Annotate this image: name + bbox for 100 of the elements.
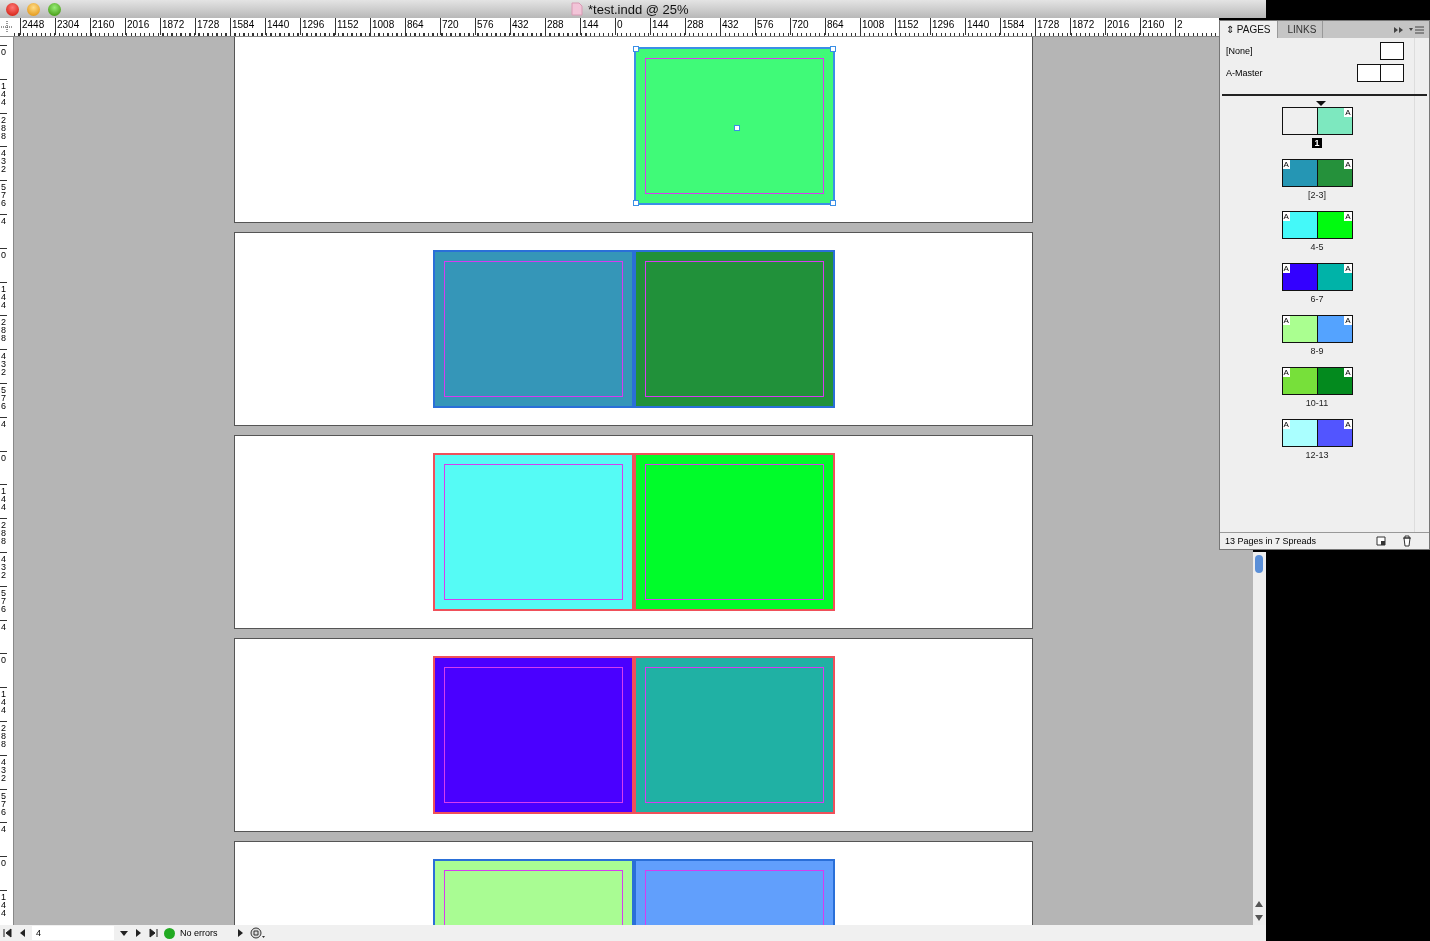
ruler-label: 432 <box>0 754 7 789</box>
preflight-status: No errors <box>180 928 218 938</box>
ruler-label: 720 <box>790 18 825 35</box>
close-button[interactable] <box>6 2 19 16</box>
ruler-label: 1152 <box>895 18 930 35</box>
spread-thumbnail[interactable]: A A <box>1281 315 1353 343</box>
document-icon <box>570 2 584 16</box>
ruler-label: 2448 <box>20 18 55 35</box>
ruler-label: 0 <box>0 450 7 485</box>
spread-label[interactable]: [2-3] <box>1308 190 1326 200</box>
spread-label[interactable]: 4-5 <box>1310 242 1324 252</box>
ruler-label: 2160 <box>1140 18 1175 35</box>
master-thumbnail[interactable] <box>1357 64 1404 82</box>
ruler-label: 2016 <box>125 18 160 35</box>
ruler-label: 720 <box>440 18 475 35</box>
selection-handle[interactable] <box>829 200 836 206</box>
page[interactable] <box>633 453 835 611</box>
ruler-label: 0 <box>615 18 650 35</box>
ruler-label: 432 <box>720 18 755 35</box>
ruler-label: 0 <box>0 856 7 890</box>
window-title: *test.indd @ 25% <box>588 1 689 17</box>
ruler-label: 0 <box>0 45 7 79</box>
ruler-label: 0 <box>0 247 7 282</box>
spread-thumbnail[interactable]: A <box>1281 107 1353 135</box>
panel-tab[interactable]: ⇕ PAGES <box>1220 21 1278 38</box>
ruler-label: 1728 <box>1035 18 1070 35</box>
spread-thumbnail[interactable]: A A <box>1281 367 1353 395</box>
selection-handle[interactable] <box>632 46 639 52</box>
ruler-label: 432 <box>0 146 7 181</box>
scroll-thumb[interactable] <box>1255 555 1263 573</box>
ruler-label: 4 <box>0 619 7 654</box>
ruler-label: 576 <box>475 18 510 35</box>
collapse-icon[interactable] <box>1393 25 1405 34</box>
ruler-label: 288 <box>0 315 7 350</box>
trash-icon[interactable] <box>1401 535 1413 547</box>
ruler-label: 288 <box>0 112 7 147</box>
ruler-label: 144 <box>0 687 7 721</box>
ruler-label: 864 <box>405 18 440 35</box>
ruler-label: 2160 <box>90 18 125 35</box>
master-name[interactable]: A-Master <box>1226 68 1263 78</box>
ruler-label: 144 <box>0 889 7 924</box>
ruler-label: 1872 <box>160 18 195 35</box>
ruler-label: 2 <box>1175 18 1210 35</box>
spread-label[interactable]: 1 <box>1312 138 1322 148</box>
spread-label[interactable]: 8-9 <box>1310 346 1324 356</box>
ruler-label: 288 <box>545 18 580 35</box>
ruler-label: 144 <box>0 281 7 316</box>
ruler-label: 432 <box>510 18 545 35</box>
ruler-label: 144 <box>580 18 615 35</box>
spread-label[interactable]: 10-11 <box>1305 398 1329 408</box>
new-page-icon[interactable] <box>1375 535 1387 547</box>
master-thumbnail[interactable] <box>1380 42 1404 60</box>
ruler-label: 576 <box>0 382 7 417</box>
ruler-label: 1296 <box>930 18 965 35</box>
ruler-label: 1440 <box>965 18 1000 35</box>
ruler-label: 576 <box>755 18 790 35</box>
ruler-label: 144 <box>0 484 7 519</box>
spread-label[interactable]: 6-7 <box>1310 294 1324 304</box>
ruler-label: 864 <box>825 18 860 35</box>
ruler-label: 2016 <box>1105 18 1140 35</box>
ruler-label: 4 <box>0 214 7 248</box>
ruler-label: 288 <box>685 18 720 35</box>
selection-handle[interactable] <box>632 200 639 206</box>
ruler-label: 1728 <box>195 18 230 35</box>
last-page-icon[interactable] <box>149 928 159 938</box>
selection-handle[interactable] <box>829 46 836 52</box>
master-name[interactable]: [None] <box>1226 46 1253 56</box>
spread-label[interactable]: 12-13 <box>1305 450 1329 460</box>
ruler-label: 576 <box>0 788 7 823</box>
spread-thumbnail[interactable]: A A <box>1281 159 1353 187</box>
first-page-icon[interactable] <box>2 928 12 938</box>
ruler-label: 1872 <box>1070 18 1105 35</box>
ruler-label: 1296 <box>300 18 335 35</box>
page[interactable] <box>432 656 634 814</box>
page-number-field[interactable]: 4 <box>32 926 114 940</box>
ruler-label: 288 <box>0 720 7 755</box>
ruler-label: 432 <box>0 349 7 383</box>
ruler-label: 288 <box>0 518 7 552</box>
page-count: 13 Pages in 7 Spreads <box>1225 536 1317 546</box>
page[interactable] <box>432 453 634 611</box>
ruler-label: 0 <box>0 653 7 688</box>
page[interactable] <box>633 47 835 205</box>
panel-menu-icon[interactable] <box>1409 24 1425 35</box>
ruler-label: 1584 <box>230 18 265 35</box>
ruler-label: 1152 <box>335 18 370 35</box>
ruler-label: 144 <box>650 18 685 35</box>
spread-thumbnail[interactable]: A A <box>1281 211 1353 239</box>
zoom-button[interactable] <box>48 2 61 16</box>
ruler-label: 2304 <box>55 18 90 35</box>
ruler-label: 576 <box>0 585 7 620</box>
ruler-label: 4 <box>0 822 7 857</box>
spread-thumbnail[interactable]: A A <box>1281 263 1353 291</box>
ruler-label: 1008 <box>860 18 895 35</box>
ruler-label: 1440 <box>265 18 300 35</box>
panel-tab[interactable]: LINKS <box>1281 21 1324 38</box>
spread-thumbnail[interactable]: A A <box>1281 419 1353 447</box>
center-point <box>733 125 740 131</box>
vertical-scrollbar[interactable] <box>1253 552 1266 925</box>
ruler-label: 432 <box>0 551 7 586</box>
dropdown-caret-icon[interactable] <box>119 928 129 938</box>
